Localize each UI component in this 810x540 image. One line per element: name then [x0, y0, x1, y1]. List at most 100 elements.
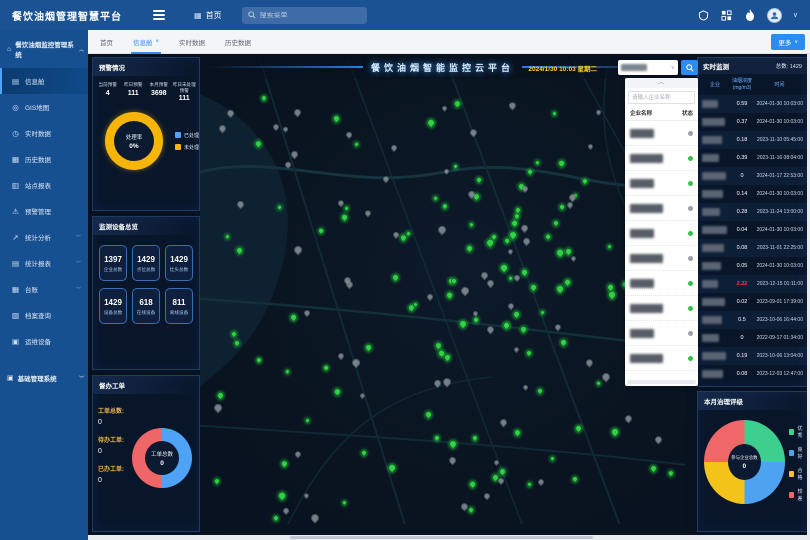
realtime-row[interactable]: 0.52023-10-06 16:44:00: [698, 311, 807, 329]
map-pin-online[interactable]: [555, 284, 566, 295]
map-pin-online[interactable]: [507, 275, 513, 281]
map-pin-online[interactable]: [526, 481, 533, 488]
company-name-input[interactable]: [628, 91, 695, 104]
realtime-row[interactable]: 0.282023-11-24 13:00:00: [698, 203, 807, 221]
map-pin-offline[interactable]: [303, 492, 311, 500]
sidebar-group-base[interactable]: ▣ 基础管理系统 ﹀: [0, 364, 88, 392]
map-pin-online[interactable]: [502, 237, 510, 245]
realtime-row[interactable]: 0.392023-11-16 08:04:00: [698, 149, 807, 167]
map-pin-offline[interactable]: [507, 101, 517, 111]
map-pin-online[interactable]: [526, 168, 534, 176]
map-pin-offline[interactable]: [483, 492, 492, 501]
close-icon[interactable]: ×: [156, 39, 160, 45]
realtime-row[interactable]: 2.222023-12-15 01:11:00: [698, 275, 807, 293]
map-pin-online[interactable]: [552, 219, 561, 228]
map-pin-online[interactable]: [441, 202, 450, 211]
map-pin-online[interactable]: [519, 267, 528, 276]
company-list-item[interactable]: [625, 171, 698, 196]
map-pin-offline[interactable]: [337, 352, 346, 361]
device-stat-点位总数[interactable]: 1429点位总数: [132, 245, 160, 281]
map-pin-online[interactable]: [333, 387, 344, 398]
map-pin-online[interactable]: [412, 301, 419, 308]
map-pin-offline[interactable]: [433, 379, 442, 388]
map-pin-online[interactable]: [606, 243, 614, 251]
realtime-row[interactable]: 0.592024-01-30 10:03:00: [698, 95, 807, 113]
map-pin-online[interactable]: [289, 313, 298, 322]
company-list-item[interactable]: [625, 146, 698, 171]
sidebar-item-站点报表[interactable]: ▥站点报表: [0, 172, 88, 198]
map-pin-online[interactable]: [432, 195, 439, 202]
map-pin-online[interactable]: [471, 316, 479, 324]
map-pin-online[interactable]: [212, 477, 221, 486]
map-pin-offline[interactable]: [569, 255, 576, 262]
tab-首页[interactable]: 首页: [100, 30, 113, 54]
map-pin-offline[interactable]: [443, 168, 450, 175]
map-pin-offline[interactable]: [566, 201, 574, 209]
map-pin-online[interactable]: [558, 203, 566, 211]
map-pin-online[interactable]: [424, 410, 434, 420]
map-pin-online[interactable]: [360, 449, 368, 457]
map-pin-offline[interactable]: [441, 377, 452, 388]
map-pin-offline[interactable]: [485, 279, 495, 289]
company-list-item[interactable]: [625, 246, 698, 271]
map-pin-online[interactable]: [525, 349, 534, 358]
map-pin-offline[interactable]: [499, 417, 509, 427]
sidebar-item-运维设备[interactable]: ▣运维设备: [0, 328, 88, 354]
flame-icon[interactable]: [744, 9, 756, 21]
map-pin-online[interactable]: [304, 417, 311, 424]
device-stat-离线设备[interactable]: 811离线设备: [165, 288, 193, 324]
hamburger-menu-icon[interactable]: [148, 8, 170, 22]
map-pin-offline[interactable]: [654, 435, 664, 445]
map-pin-online[interactable]: [234, 246, 244, 256]
company-list-item[interactable]: [625, 296, 698, 321]
map-pin-online[interactable]: [595, 380, 602, 387]
map-pin-online[interactable]: [433, 434, 442, 443]
map-pin-online[interactable]: [467, 221, 475, 229]
map-pin-offline[interactable]: [521, 185, 529, 193]
sidebar-item-预警管理[interactable]: ⚠预警管理: [0, 198, 88, 224]
map-pin-offline[interactable]: [293, 107, 303, 117]
map-pin-offline[interactable]: [359, 392, 367, 400]
map-pin-online[interactable]: [448, 439, 459, 450]
map-pin-offline[interactable]: [460, 285, 471, 296]
map-pin-online[interactable]: [468, 479, 477, 488]
sidebar-item-档案查询[interactable]: ▧档案查询: [0, 302, 88, 328]
map-pin-online[interactable]: [253, 139, 263, 149]
map-pin-offline[interactable]: [294, 450, 303, 459]
sidebar-item-信息舱[interactable]: ▤信息舱: [0, 68, 88, 94]
dropdown-scrollbar[interactable]: [627, 380, 696, 384]
map-pin-offline[interactable]: [310, 512, 321, 523]
map-pin-offline[interactable]: [522, 237, 531, 246]
map-pin-offline[interactable]: [507, 248, 514, 255]
sidebar-item-历史数据[interactable]: ▦历史数据: [0, 146, 88, 172]
tab-实时数据[interactable]: 实时数据: [179, 30, 205, 54]
realtime-row[interactable]: 0.082023-12-03 12:47:00: [698, 365, 807, 383]
map-pin-online[interactable]: [254, 356, 263, 365]
company-list-item[interactable]: [625, 221, 698, 246]
map-pin-online[interactable]: [649, 464, 659, 474]
map-pin-online[interactable]: [229, 330, 238, 339]
map-pin-online[interactable]: [279, 458, 290, 469]
dropdown-collapse-button[interactable]: ︿: [625, 78, 698, 88]
sidebar-item-统计报表[interactable]: ▤统计报表﹀: [0, 250, 88, 276]
company-list-item[interactable]: [625, 346, 698, 371]
map-pin-offline[interactable]: [226, 109, 235, 118]
sidebar-item-GIS地图[interactable]: ◎GIS地图: [0, 94, 88, 120]
map-pin-online[interactable]: [452, 163, 459, 170]
map-pin-online[interactable]: [498, 467, 508, 477]
map-pin-online[interactable]: [534, 159, 541, 166]
realtime-row[interactable]: 0.142024-01-30 10:03:00: [698, 185, 807, 203]
map-pin-online[interactable]: [535, 387, 543, 395]
map-pin-offline[interactable]: [513, 273, 521, 281]
map-pin-online[interactable]: [425, 118, 436, 129]
map-pin-online[interactable]: [216, 390, 226, 400]
realtime-row[interactable]: 0.192023-10-06 13:04:00: [698, 347, 807, 365]
realtime-row[interactable]: 0.372024-01-30 10:03:00: [698, 113, 807, 131]
device-stat-设备总数[interactable]: 1429设备总数: [99, 288, 127, 324]
company-list-item[interactable]: [625, 121, 698, 146]
map-pin-online[interactable]: [276, 491, 287, 502]
map-pin-offline[interactable]: [522, 384, 529, 391]
realtime-row[interactable]: 02022-09-17 01:34:00: [698, 329, 807, 347]
company-select[interactable]: ∨: [618, 60, 678, 75]
map-pin-online[interactable]: [551, 110, 558, 117]
